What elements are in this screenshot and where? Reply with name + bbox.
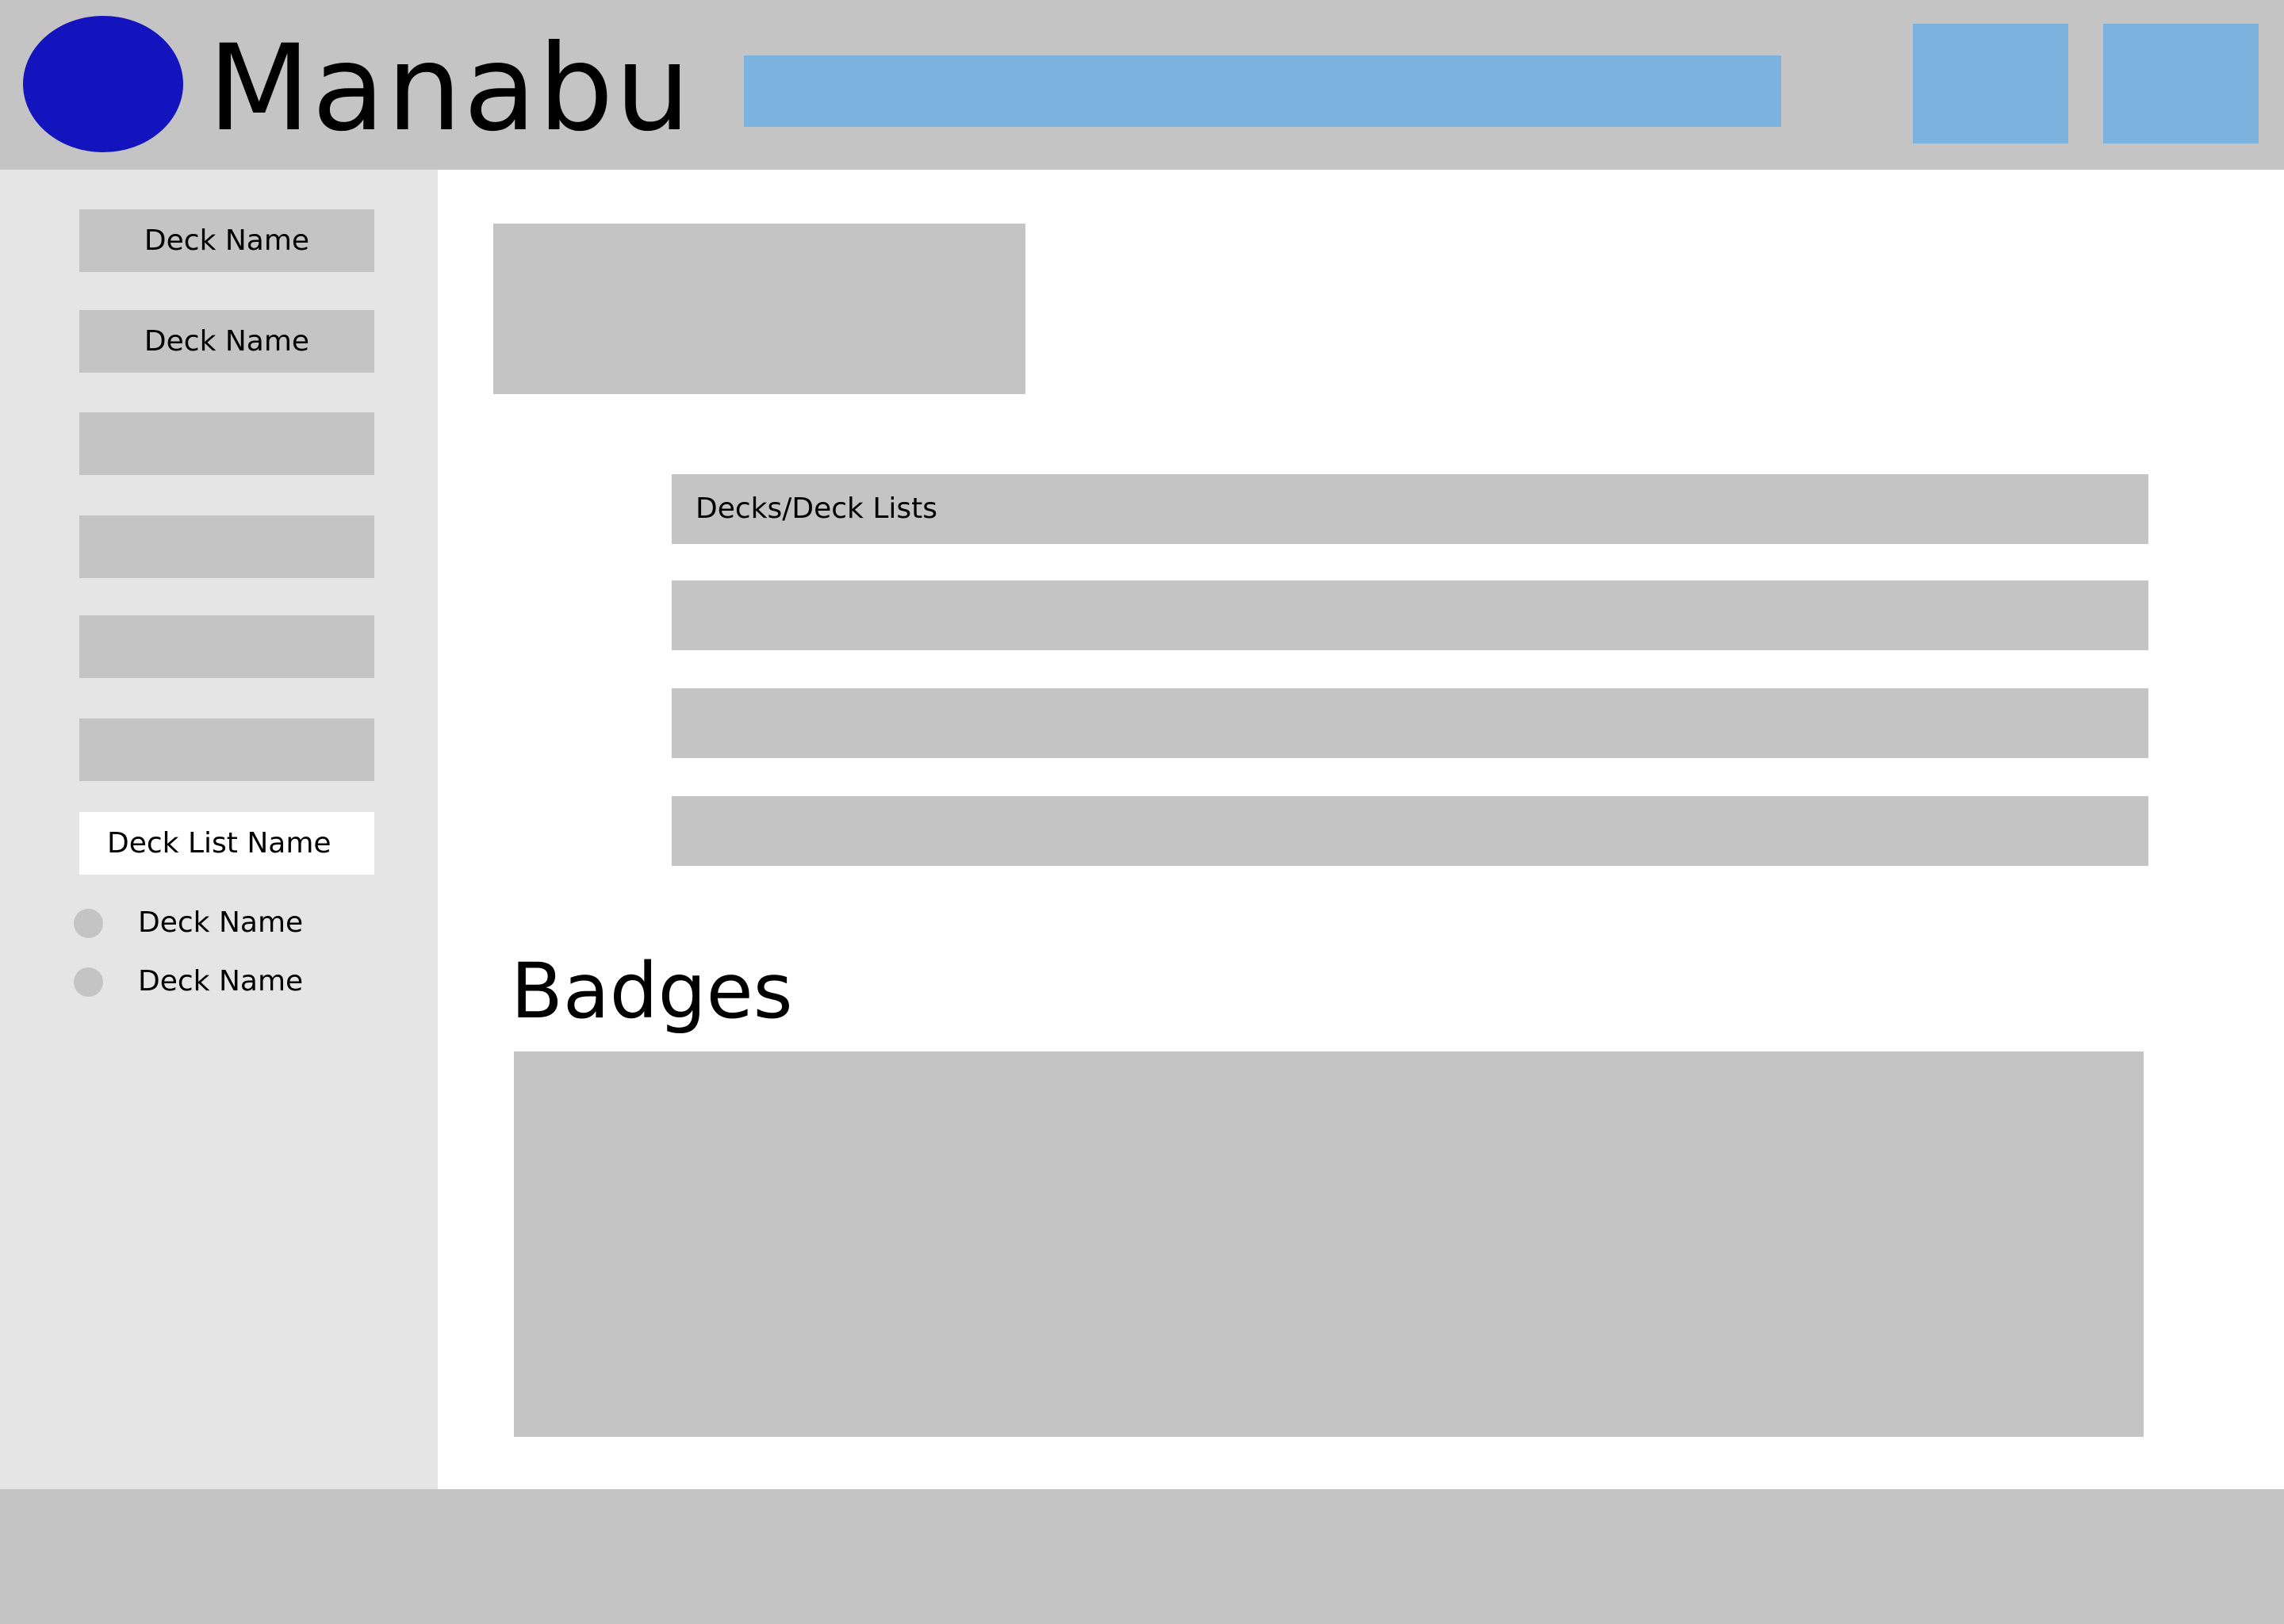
sidebar-deck-item[interactable]: Deck Name [79, 310, 374, 373]
badges-heading: Badges [511, 947, 793, 1036]
app-title: Manabu [208, 20, 692, 158]
decks-list-row[interactable] [672, 688, 2148, 758]
header-button-2[interactable] [2103, 24, 2259, 144]
decks-list-row[interactable] [672, 796, 2148, 866]
sidebar-deck-item[interactable] [79, 515, 374, 578]
deck-list-title[interactable]: Deck List Name [79, 812, 374, 875]
decks-list-row[interactable]: Decks/Deck Lists [672, 474, 2148, 544]
profile-card [493, 224, 1025, 394]
sidebar-deck-item[interactable] [79, 718, 374, 781]
sidebar: Deck Name Deck Name Deck List Name Deck … [0, 170, 438, 1489]
footer [0, 1489, 2284, 1624]
deck-list-item[interactable]: Deck Name [138, 964, 303, 999]
decks-list-row[interactable] [672, 580, 2148, 650]
search-input[interactable] [744, 56, 1781, 127]
header-button-1[interactable] [1913, 24, 2068, 144]
badges-panel [514, 1051, 2144, 1437]
bullet-icon [74, 909, 103, 938]
deck-list-item[interactable]: Deck Name [138, 906, 303, 940]
sidebar-deck-item[interactable] [79, 615, 374, 678]
sidebar-deck-item[interactable]: Deck Name [79, 209, 374, 272]
logo-icon[interactable] [23, 16, 183, 152]
sidebar-deck-item[interactable] [79, 412, 374, 475]
bullet-icon [74, 967, 103, 997]
